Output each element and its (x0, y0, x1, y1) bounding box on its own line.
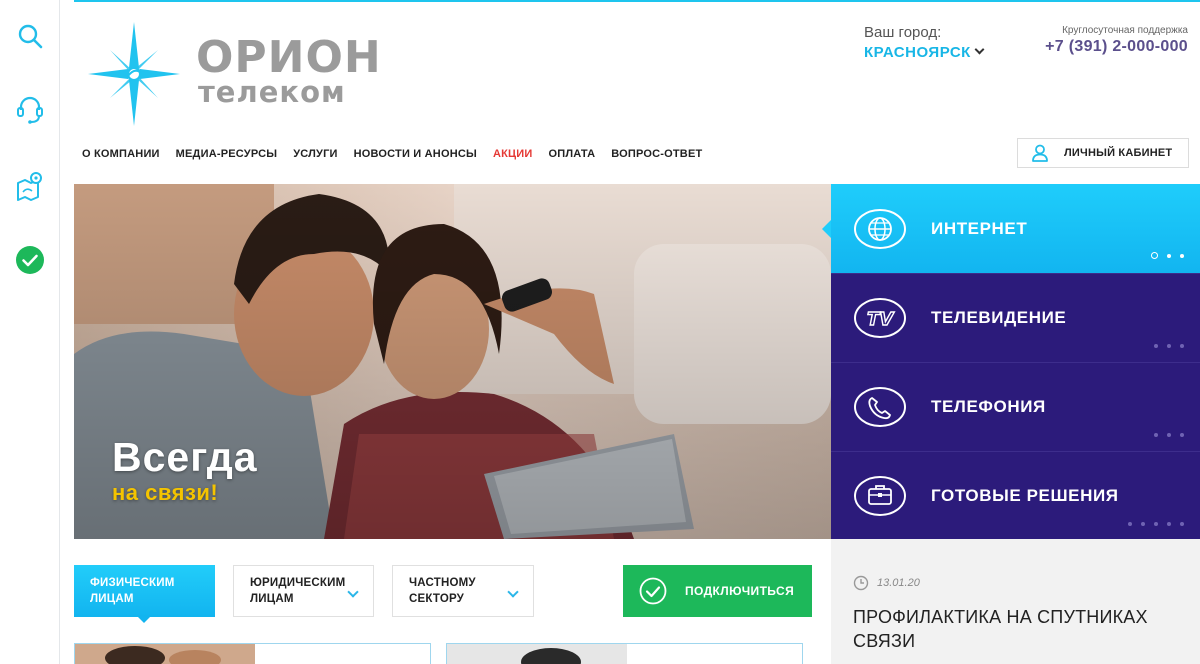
tab-private-line2: СЕКТОРУ (409, 593, 465, 605)
news-date: 13.01.20 (877, 577, 920, 589)
search-icon (18, 24, 43, 49)
logo-wordmark-telecom: телеком (198, 75, 346, 109)
check-circle-icon (16, 246, 44, 274)
service-dots (1128, 522, 1184, 526)
logo-wordmark-orion: ОРИОН (196, 32, 382, 83)
tab-legal-line1: ЮРИДИЧЕСКИМ (250, 577, 346, 589)
personal-account-button[interactable]: ЛИЧНЫЙ КАБИНЕТ (1017, 138, 1189, 168)
service-internet[interactable]: ИНТЕРНЕТ (822, 184, 1200, 273)
nav-item-services[interactable]: УСЛУГИ (293, 148, 337, 160)
rail-check-button[interactable] (12, 242, 48, 278)
check-circle-icon (639, 577, 667, 605)
tab-individuals-line1: ФИЗИЧЕСКИМ (90, 577, 175, 589)
hero-subtitle: на связи! (112, 480, 219, 505)
hero-banner[interactable]: Всегда на связи! (74, 184, 831, 539)
tab-private-line1: ЧАСТНОМУ (409, 577, 476, 589)
main-nav: О КОМПАНИИ МЕДИА-РЕСУРСЫ УСЛУГИ НОВОСТИ … (82, 148, 718, 160)
header-accent-line (74, 0, 1200, 2)
nav-item-promotions[interactable]: АКЦИИ (493, 148, 533, 160)
promo-card-image (447, 644, 627, 664)
active-pointer (822, 220, 831, 238)
chevron-down-icon (507, 586, 519, 598)
rail-map-button[interactable] (12, 168, 48, 204)
service-tv-label: ТЕЛЕВИДЕНИЕ (931, 308, 1067, 327)
tv-icon: TV (854, 298, 906, 338)
connect-button[interactable]: ПОДКЛЮЧИТЬСЯ (623, 565, 812, 617)
globe-icon (854, 208, 906, 249)
brand-logo[interactable]: ОРИОН телеком (88, 22, 388, 128)
side-rail (0, 0, 60, 664)
nav-item-payment[interactable]: ОПЛАТА (548, 148, 595, 160)
service-dots (1154, 433, 1184, 437)
city-value: КРАСНОЯРСК (864, 44, 971, 61)
news-title[interactable]: ПРОФИЛАКТИКА НА СПУТНИКАХ СВЯЗИ (853, 605, 1173, 653)
promo-card-1[interactable] (74, 643, 431, 664)
city-select[interactable]: КРАСНОЯРСК (864, 44, 985, 61)
chevron-down-icon (974, 44, 985, 55)
tab-legal-entities[interactable]: ЮРИДИЧЕСКИМ ЛИЦАМ (233, 565, 374, 617)
nav-item-news[interactable]: НОВОСТИ И АНОНСЫ (354, 148, 477, 160)
map-pin-icon (17, 172, 42, 201)
rail-search-button[interactable] (12, 18, 48, 54)
nav-item-about[interactable]: О КОМПАНИИ (82, 148, 160, 160)
support-label: Круглосуточная поддержка (1062, 25, 1188, 36)
service-solutions-label: ГОТОВЫЕ РЕШЕНИЯ (931, 486, 1119, 505)
service-tv[interactable]: TV ТЕЛЕВИДЕНИЕ (831, 273, 1200, 362)
connect-label: ПОДКЛЮЧИТЬСЯ (685, 584, 795, 598)
tab-legal-line2: ЛИЦАМ (250, 593, 294, 605)
phone-icon (854, 387, 906, 427)
clock-icon (853, 575, 869, 591)
hero-title: Всегда (112, 434, 258, 480)
rail-support-button[interactable] (12, 92, 48, 128)
service-telephony[interactable]: ТЕЛЕФОНИЯ (831, 362, 1200, 451)
user-icon (1032, 144, 1048, 162)
tab-private-sector[interactable]: ЧАСТНОМУ СЕКТОРУ (392, 565, 534, 617)
star-compass-icon (88, 22, 180, 126)
service-telephony-label: ТЕЛЕФОНИЯ (931, 397, 1046, 416)
city-label: Ваш город: (864, 24, 942, 41)
svg-text:TV: TV (867, 309, 895, 330)
tab-individuals[interactable]: ФИЗИЧЕСКИМ ЛИЦАМ (74, 565, 215, 617)
chevron-down-icon (347, 586, 359, 598)
promo-card-2[interactable] (446, 643, 803, 664)
tab-active-pointer (137, 616, 151, 623)
service-dots (1151, 252, 1184, 259)
promo-card-image (75, 644, 255, 664)
support-phone[interactable]: +7 (391) 2-000-000 (1045, 38, 1188, 56)
service-internet-label: ИНТЕРНЕТ (931, 218, 1028, 238)
news-panel: 13.01.20 ПРОФИЛАКТИКА НА СПУТНИКАХ СВЯЗИ (831, 539, 1200, 664)
service-dots (1154, 344, 1184, 348)
service-solutions[interactable]: ГОТОВЫЕ РЕШЕНИЯ (831, 451, 1200, 540)
personal-account-label: ЛИЧНЫЙ КАБИНЕТ (1064, 147, 1173, 159)
nav-item-media[interactable]: МЕДИА-РЕСУРСЫ (176, 148, 278, 160)
services-menu: ИНТЕРНЕТ TV ТЕЛЕВИДЕНИЕ ТЕЛЕФОНИЯ ГОТОВЫ… (822, 184, 1200, 540)
nav-item-faq[interactable]: ВОПРОС-ОТВЕТ (611, 148, 702, 160)
tab-individuals-line2: ЛИЦАМ (90, 593, 134, 605)
headset-icon (17, 96, 43, 124)
briefcase-icon (854, 476, 906, 516)
